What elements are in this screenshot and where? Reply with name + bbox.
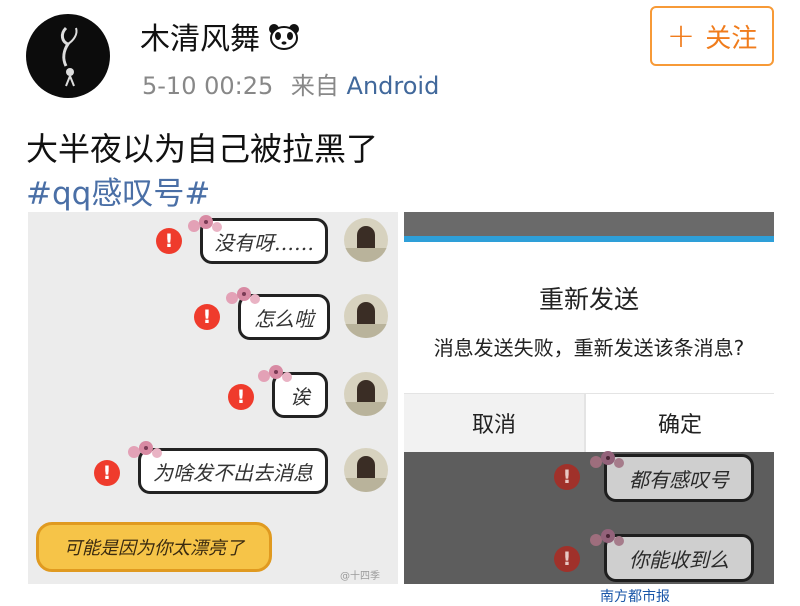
post-text: 大半夜以为自己被拉黑了 xyxy=(26,130,379,168)
error-icon: ! xyxy=(194,304,220,330)
error-icon: ! xyxy=(156,228,182,254)
cancel-button[interactable]: 取消 xyxy=(404,394,584,452)
bottom-watermark: 南方都市报 xyxy=(600,589,670,605)
dialog-title: 重新发送 xyxy=(538,285,639,314)
error-icon: ! xyxy=(554,464,580,490)
image-watermark: @十四季 xyxy=(340,571,380,582)
flower-icon xyxy=(590,529,624,546)
follow-button[interactable]: + 关注 xyxy=(650,6,774,66)
sticker-banner: 可能是因为你太漂亮了 xyxy=(36,522,272,572)
panda-icon xyxy=(268,23,300,59)
post-image-left[interactable]: ! 没有呀…… ! 怎么啦 ! 诶 ! 为啥发不出去消息 可能是因为你太漂亮了 … xyxy=(28,212,398,584)
confirm-button[interactable]: 确定 xyxy=(586,394,774,452)
chat-avatar xyxy=(344,448,388,492)
avatar[interactable] xyxy=(26,14,110,98)
post-time: 5-10 00:25 xyxy=(142,72,274,100)
error-icon: ! xyxy=(554,546,580,572)
from-label: 来自 xyxy=(290,72,339,100)
follow-label: 关注 xyxy=(705,23,758,54)
chat-avatar xyxy=(344,294,388,338)
chat-bubble: 为啥发不出去消息 xyxy=(138,448,328,494)
flower-icon xyxy=(590,451,624,468)
post-source[interactable]: Android xyxy=(347,72,440,100)
flower-icon xyxy=(188,215,222,232)
flower-icon xyxy=(258,365,292,382)
chat-avatar xyxy=(344,372,388,416)
error-icon: ! xyxy=(94,460,120,486)
error-icon: ! xyxy=(228,384,254,410)
username[interactable]: 木清风舞 xyxy=(140,14,300,59)
dialog-message: 消息发送失败，重新发送该条消息? xyxy=(433,336,745,360)
avatar-figure-icon xyxy=(60,26,78,87)
dimmed-chat-top xyxy=(404,212,774,236)
hashtag-link[interactable]: #qq感叹号# xyxy=(26,168,210,213)
post-image-right[interactable]: 重新发送 消息发送失败，重新发送该条消息? 取消 确定 ! 都有感叹号 ! 你能… xyxy=(404,212,774,584)
resend-dialog: 重新发送 消息发送失败，重新发送该条消息? 取消 确定 xyxy=(404,242,774,452)
chat-avatar xyxy=(344,218,388,262)
flower-icon xyxy=(226,287,260,304)
post-meta: 5-10 00:25 来自 Android xyxy=(142,66,439,101)
flower-icon xyxy=(128,441,162,458)
plus-icon: + xyxy=(666,16,696,56)
